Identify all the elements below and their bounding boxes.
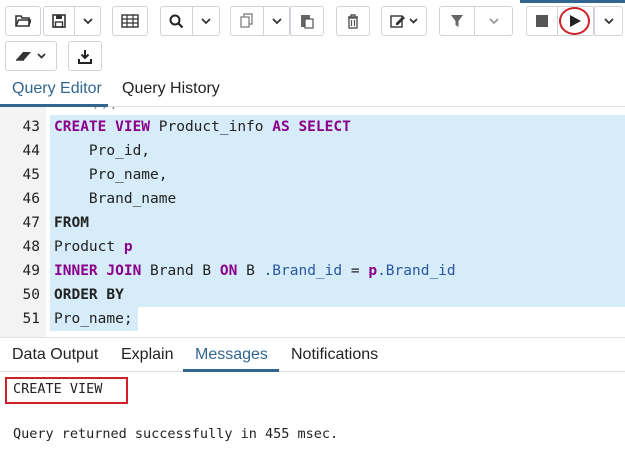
open-file-button[interactable] — [5, 6, 41, 36]
chevron-down-icon — [271, 17, 282, 25]
download-button[interactable] — [68, 41, 102, 71]
code-text: Product p — [54, 235, 133, 259]
filter-dropdown-button[interactable] — [475, 6, 513, 36]
paste-icon — [300, 13, 314, 29]
copy-dropdown-button[interactable] — [264, 6, 290, 36]
save-button[interactable] — [43, 6, 75, 36]
line-number: 46 — [22, 191, 40, 207]
tab-query-history[interactable]: Query History — [122, 80, 220, 98]
filter-button[interactable] — [439, 6, 475, 36]
sql-property: .Brand_id — [377, 263, 456, 279]
code-line: 43 CREATE VIEW Product_info AS SELECT — [0, 115, 625, 139]
download-icon — [78, 49, 92, 64]
line-number: 48 — [22, 239, 40, 255]
chevron-down-icon — [488, 17, 499, 25]
chevron-down-icon — [82, 17, 93, 25]
line-number: 50 — [22, 287, 40, 303]
stop-icon — [536, 15, 548, 27]
filter-icon — [450, 14, 464, 28]
code-text: CREATE VIEW Product_info AS SELECT — [54, 115, 351, 139]
tab-messages[interactable]: Messages — [195, 346, 268, 364]
line-number: 45 — [22, 167, 40, 183]
partial-code-line: )); — [92, 107, 118, 111]
copy-icon — [240, 13, 254, 29]
sql-keyword: ON — [219, 263, 238, 279]
tab-query-editor[interactable]: Query Editor — [12, 80, 102, 98]
open-file-icon — [15, 14, 31, 28]
code-line: 51 Pro_name; — [0, 307, 625, 331]
sql-text: B — [237, 263, 264, 279]
view-data-button[interactable] — [112, 6, 148, 36]
sql-keyword: AS SELECT — [272, 119, 351, 135]
code-text: Brand_name — [54, 191, 177, 207]
chevron-down-icon — [603, 17, 614, 25]
code-line: 44 Pro_id, — [0, 139, 625, 163]
code-text: Pro_name, — [54, 167, 168, 183]
chevron-down-icon — [201, 17, 211, 25]
code-line: 45 Pro_name, — [0, 163, 625, 187]
play-icon — [569, 14, 582, 28]
delete-button[interactable] — [336, 6, 370, 36]
sql-editor[interactable]: )); 43 CREATE VIEW Product_info AS SELEC… — [0, 107, 625, 337]
table-icon — [121, 14, 139, 28]
sql-keyword: FROM — [54, 215, 89, 231]
tab-data-output[interactable]: Data Output — [12, 346, 98, 364]
eraser-icon — [14, 49, 48, 63]
search-button[interactable] — [160, 6, 193, 36]
search-icon — [169, 14, 184, 29]
message-result: Query returned successfully in 455 msec. — [13, 426, 339, 442]
sql-alias: p — [368, 263, 378, 279]
editor-tabs: Query Editor Query History — [0, 72, 625, 107]
stop-button[interactable] — [526, 6, 558, 36]
line-number: 49 — [22, 263, 40, 279]
sql-property: .Brand_id — [263, 263, 343, 279]
code-line: 46 Brand_name — [0, 187, 625, 211]
sql-text: Product — [54, 239, 124, 255]
code-text: INNER JOIN Brand B ON B .Brand_id = p.Br… — [54, 259, 456, 283]
toolbar-accent-bar — [520, 0, 625, 3]
line-number: 51 — [22, 311, 40, 327]
code-text: Pro_name; — [54, 311, 133, 327]
paste-button[interactable] — [290, 6, 324, 36]
code-text: Pro_id, — [54, 143, 151, 159]
save-dropdown-button[interactable] — [75, 6, 101, 36]
code-line: 49 INNER JOIN Brand B ON B .Brand_id = p… — [0, 259, 625, 283]
message-command: CREATE VIEW — [13, 381, 103, 397]
save-icon — [52, 14, 66, 28]
sql-keyword: ORDER BY — [54, 287, 124, 303]
sql-text: = — [342, 263, 369, 279]
tab-explain[interactable]: Explain — [121, 346, 173, 364]
messages-panel: CREATE VIEW Query returned successfully … — [0, 372, 625, 453]
sql-keyword: INNER JOIN — [54, 263, 142, 279]
sql-text: Product_info — [150, 119, 273, 135]
code-line: 50 ORDER BY — [0, 283, 625, 307]
sql-alias: p — [123, 239, 133, 255]
copy-button[interactable] — [230, 6, 264, 36]
sql-keyword: CREATE VIEW — [54, 119, 151, 135]
execute-button[interactable] — [558, 6, 594, 36]
edit-button[interactable] — [381, 6, 427, 36]
toolbar — [0, 0, 625, 72]
edit-icon — [390, 14, 418, 28]
execute-dropdown-button[interactable] — [594, 6, 623, 36]
delete-icon — [347, 13, 359, 29]
line-number: 47 — [22, 215, 40, 231]
tab-notifications[interactable]: Notifications — [291, 346, 378, 364]
line-number: 43 — [22, 119, 40, 135]
search-dropdown-button[interactable] — [193, 6, 220, 36]
code-line: 48 Product p — [0, 235, 625, 259]
code-line: 47 FROM — [0, 211, 625, 235]
result-tabs: Data Output Explain Messages Notificatio… — [0, 337, 625, 372]
clear-button[interactable] — [5, 41, 57, 71]
sql-text: Brand B — [141, 263, 220, 279]
line-number: 44 — [22, 143, 40, 159]
